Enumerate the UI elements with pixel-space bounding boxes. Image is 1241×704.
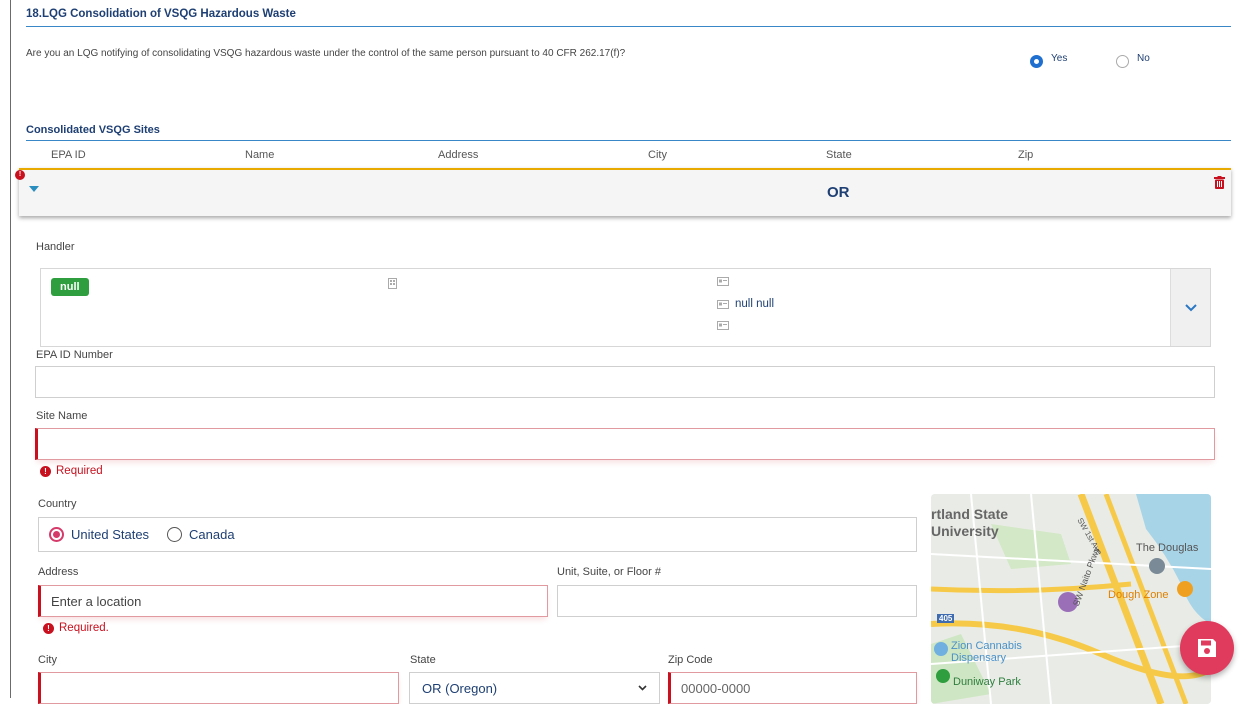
map-label-psu: rtland State (931, 506, 1009, 522)
address-input[interactable]: Enter a location (38, 585, 548, 617)
sites-table-header: EPA ID Name Address City State Zip (20, 149, 1231, 169)
radio-no-dot[interactable] (1116, 55, 1129, 68)
trash-icon[interactable] (1214, 176, 1225, 189)
consolidation-question: Are you an LQG notifying of consolidatin… (26, 48, 626, 59)
country-label: Country (38, 498, 77, 510)
radio-yes-dot[interactable] (1030, 55, 1043, 68)
radio-us-label: United States (71, 527, 150, 542)
location-map[interactable]: rtland State University The Douglas Doug… (931, 494, 1211, 704)
address-label: Address (38, 566, 79, 578)
handler-label: Handler (36, 241, 75, 253)
site-name-label: Site Name (36, 410, 88, 422)
epa-id-input[interactable] (35, 366, 1215, 398)
handler-badge: null (51, 278, 89, 296)
radio-canada-label: Canada (189, 527, 235, 542)
address-error-text: Required. (59, 622, 109, 634)
radio-united-states[interactable]: United States (49, 527, 149, 542)
col-zip[interactable]: Zip (1018, 149, 1033, 161)
expand-caret-icon[interactable] (29, 186, 39, 192)
id-card-icon (717, 321, 729, 330)
consolidated-sites-title: Consolidated VSQG Sites (26, 124, 1231, 141)
map-label-university: University (931, 523, 999, 539)
zip-label: Zip Code (668, 654, 713, 666)
handler-card[interactable]: null null null (40, 268, 1211, 347)
col-name[interactable]: Name (245, 149, 274, 161)
col-city[interactable]: City (648, 149, 667, 161)
row-state: OR (827, 184, 850, 201)
epa-id-label: EPA ID Number (36, 349, 113, 361)
col-state[interactable]: State (826, 149, 852, 161)
building-icon (388, 278, 397, 289)
site-row[interactable]: ! OR (15, 168, 1231, 216)
radio-yes-label: Yes (1051, 52, 1068, 64)
save-button[interactable] (1180, 621, 1234, 675)
state-select[interactable]: OR (Oregon) (409, 672, 660, 704)
row-error-icon: ! (15, 170, 25, 180)
radio-us-dot[interactable] (49, 527, 64, 542)
unit-label: Unit, Suite, or Floor # (557, 566, 661, 578)
map-label-duniway: Duniway Park (953, 676, 1021, 688)
radio-yes[interactable]: Yes (1030, 48, 1067, 68)
map-label-dough-zone: Dough Zone (1108, 589, 1169, 601)
col-epa-id[interactable]: EPA ID (51, 149, 86, 161)
handler-dropdown-toggle[interactable] (1170, 269, 1210, 346)
map-label-zion: Zion Cannabis (951, 640, 1022, 652)
chevron-down-icon (638, 685, 647, 691)
error-icon: ! (40, 465, 51, 477)
contact-line-2: null null (717, 298, 774, 310)
state-value: OR (Oregon) (422, 680, 498, 696)
zip-input[interactable]: 00000-0000 (668, 672, 917, 704)
city-input[interactable] (38, 672, 399, 704)
error-icon: ! (43, 622, 54, 634)
address-placeholder: Enter a location (51, 593, 142, 609)
map-label-douglas: The Douglas (1136, 542, 1199, 554)
contact-name: null null (735, 298, 774, 310)
unit-input[interactable] (557, 585, 917, 617)
id-card-icon (717, 299, 729, 309)
site-name-error-text: Required (56, 465, 103, 477)
radio-canada[interactable]: Canada (167, 527, 235, 542)
radio-canada-dot[interactable] (167, 527, 183, 542)
address-error: ! Required. (43, 622, 109, 634)
contact-line-1 (717, 277, 735, 286)
country-radio-group: United States Canada (38, 517, 917, 552)
section-title: 18.LQG Consolidation of VSQG Hazardous W… (26, 8, 1231, 27)
radio-no-label: No (1137, 52, 1150, 64)
col-address[interactable]: Address (438, 149, 478, 161)
zip-placeholder: 00000-0000 (681, 680, 751, 696)
radio-no[interactable]: No (1116, 48, 1150, 68)
site-name-error: ! Required (40, 465, 103, 477)
contact-line-3 (717, 321, 735, 330)
state-label: State (410, 654, 436, 666)
map-label-dispensary: Dispensary (951, 652, 1007, 664)
map-label-405: 405 (937, 614, 955, 623)
site-name-input[interactable] (35, 428, 1215, 460)
city-label: City (38, 654, 57, 666)
id-card-icon (717, 277, 729, 286)
chevron-down-icon (1184, 303, 1197, 311)
floppy-disk-icon (1198, 639, 1216, 657)
